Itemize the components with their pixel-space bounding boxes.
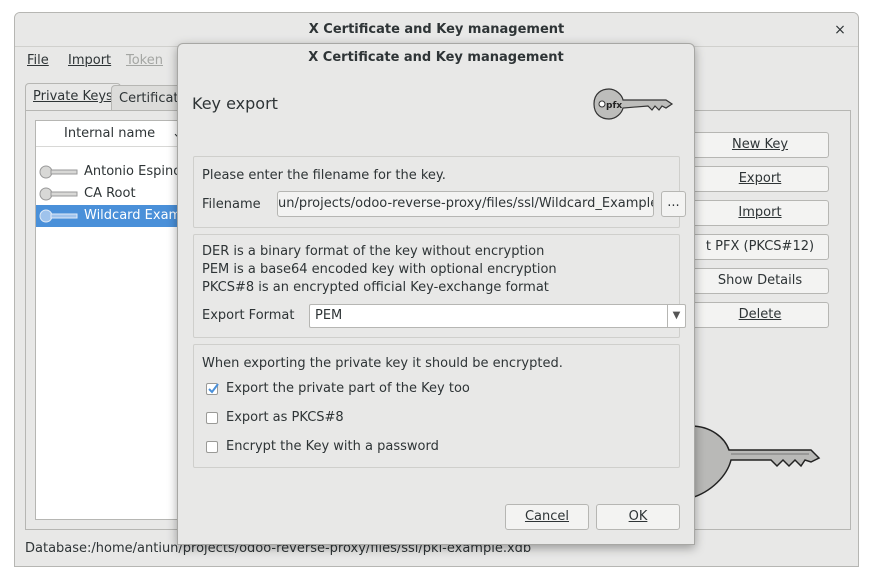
checkbox-checked[interactable] (206, 383, 219, 395)
checkbox-label: Export the private part of the Key too (226, 381, 470, 396)
key-icon (39, 209, 78, 223)
dialog-heading: Key export (192, 94, 278, 113)
menu-file[interactable]: File (27, 52, 49, 70)
filename-field[interactable]: un/projects/odoo-reverse-proxy/files/ssl… (277, 191, 654, 217)
import-pfx-button[interactable]: t PFX (PKCS#12) (691, 234, 829, 260)
checkbox-label: Encrypt the Key with a password (226, 439, 439, 454)
svg-text:pfx: pfx (606, 101, 622, 111)
encrypt-note: When exporting the private key it should… (202, 356, 563, 371)
main-titlebar: X Certificate and Key management × (15, 13, 858, 47)
checkmark-icon (208, 383, 219, 394)
browse-button[interactable]: ... (661, 191, 686, 217)
checkbox-unchecked[interactable] (206, 412, 218, 424)
import-button[interactable]: Import (691, 200, 829, 226)
export-format-select[interactable]: PEM ▼ (309, 304, 686, 328)
checkbox-unchecked[interactable] (206, 441, 218, 453)
format-group: DER is a binary format of the key withou… (193, 234, 686, 338)
export-format-label: Export Format (202, 308, 295, 323)
main-window-title: X Certificate and Key management (308, 22, 565, 37)
filename-label: Filename (202, 197, 261, 212)
checkbox-label: Export as PKCS#8 (226, 410, 344, 425)
chevron-down-icon: ▼ (667, 305, 685, 327)
key-icon (39, 187, 78, 201)
encryption-group: When exporting the private key it should… (193, 344, 680, 468)
format-info-pkcs8: PKCS#8 is an encrypted official Key-exch… (202, 280, 549, 295)
export-button[interactable]: Export (691, 166, 829, 192)
key-icon: pfx (593, 88, 674, 120)
large-key-icon (691, 425, 821, 499)
key-export-dialog: X Certificate and Key management Key exp… (177, 43, 695, 545)
filename-prompt: Please enter the filename for the key. (202, 168, 446, 183)
filename-group: Please enter the filename for the key. F… (193, 156, 686, 228)
delete-button[interactable]: Delete (691, 302, 829, 328)
close-icon[interactable]: × (830, 13, 850, 47)
dialog-title: X Certificate and Key management (308, 50, 564, 65)
ok-button[interactable]: OK (596, 504, 680, 530)
show-details-button[interactable]: Show Details (691, 268, 829, 294)
menu-import[interactable]: Import (68, 52, 111, 70)
key-icon (39, 165, 78, 179)
format-info-der: DER is a binary format of the key withou… (202, 244, 545, 259)
format-info-pem: PEM is a base64 encoded key with optiona… (202, 262, 557, 277)
menu-token[interactable]: Token (126, 52, 163, 70)
tab-private-keys[interactable]: Private Keys (25, 83, 121, 111)
cancel-button[interactable]: Cancel (505, 504, 589, 530)
new-key-button[interactable]: New Key (691, 132, 829, 158)
